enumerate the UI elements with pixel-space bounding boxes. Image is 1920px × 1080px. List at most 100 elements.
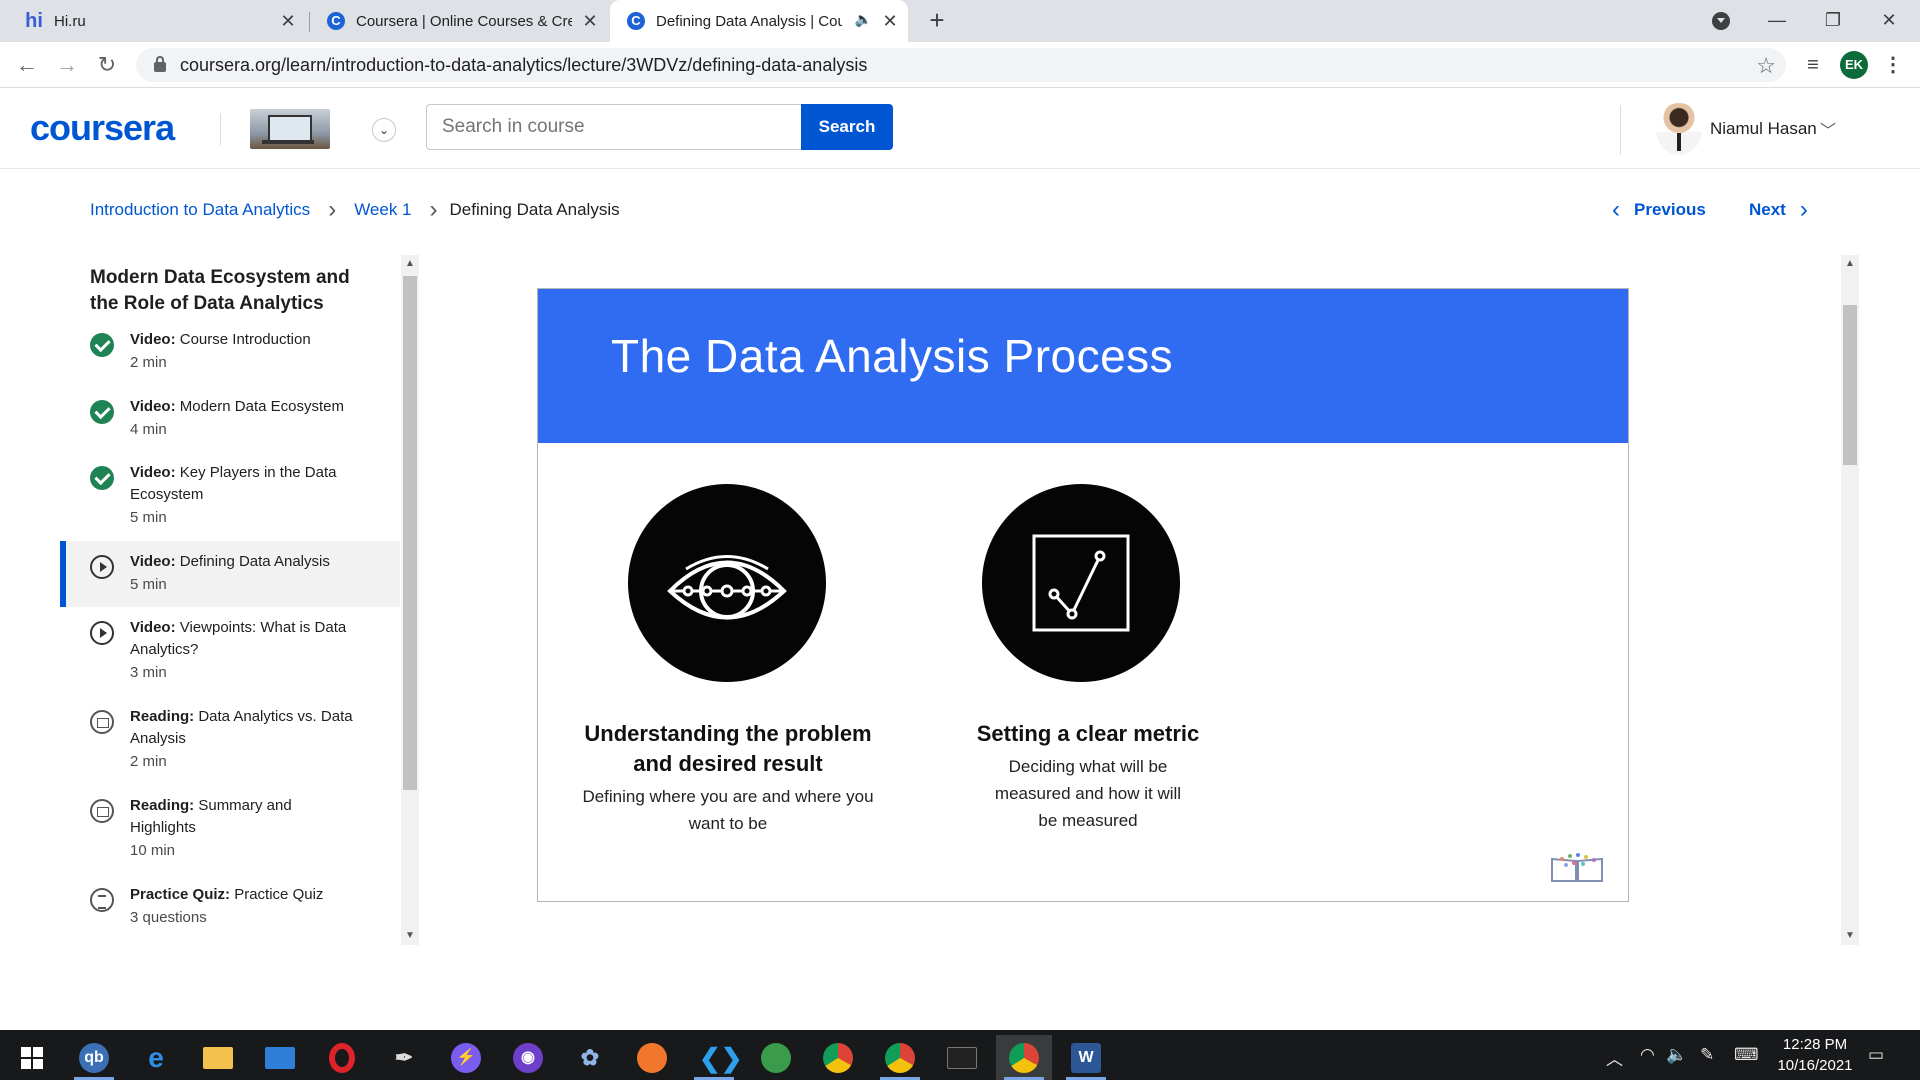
windows-taskbar: qb e ✒ ⚡ ◉ ✿ ❮❯ W ︿ ◠ 🔈 ✎ ⌨ ▭: [0, 1030, 1920, 1080]
taskbar-app-messenger[interactable]: ⚡: [438, 1035, 494, 1080]
windows-logo-icon: [21, 1046, 43, 1069]
show-hidden-icons-chevron-icon[interactable]: ︿: [1606, 1045, 1623, 1070]
audio-playing-icon[interactable]: 🔈: [855, 11, 872, 28]
back-button[interactable]: ←: [12, 50, 42, 80]
outline-item-key-players[interactable]: Video: Key Players in the Data Ecosystem…: [60, 462, 400, 546]
reload-button[interactable]: ↻: [92, 50, 122, 80]
tab-title: Defining Data Analysis | Cou: [656, 12, 842, 30]
coursera-logo[interactable]: coursera: [30, 107, 175, 149]
taskbar-app-opera[interactable]: [314, 1035, 370, 1080]
quiz-list-icon: [90, 888, 114, 912]
clock-date: 10/16/2021: [1777, 1057, 1853, 1074]
item-label: Video: Key Players in the Data Ecosystem: [130, 464, 337, 503]
open-book-logo-icon: [1550, 851, 1604, 885]
tab-coursera-home[interactable]: C Coursera | Online Courses & Cred ✕: [310, 0, 608, 42]
scroll-down-arrow-icon[interactable]: ▼: [1841, 930, 1859, 941]
outline-item-summary-highlights[interactable]: Reading: Summary and Highlights 10 min: [60, 795, 400, 879]
taskbar-app-globe[interactable]: [748, 1035, 804, 1080]
media-control-icon[interactable]: ≡: [1800, 52, 1826, 78]
new-tab-button[interactable]: +: [922, 6, 952, 36]
search-button[interactable]: Search: [801, 104, 893, 150]
next-button[interactable]: Next ›: [1749, 196, 1808, 223]
volume-icon[interactable]: 🔈: [1666, 1045, 1687, 1065]
course-search-input[interactable]: [426, 104, 801, 150]
outline-item-analytics-vs-analysis[interactable]: Reading: Data Analytics vs. Data Analysi…: [60, 706, 400, 790]
reading-book-icon: [90, 710, 114, 734]
taskbar-app-vscode[interactable]: ❮❯: [686, 1035, 743, 1080]
item-label: Practice Quiz: Practice Quiz: [130, 886, 324, 903]
outline-item-course-introduction[interactable]: Video: Course Introduction 2 min: [60, 329, 400, 391]
close-window-button[interactable]: ✕: [1866, 0, 1912, 40]
start-button[interactable]: [4, 1035, 60, 1080]
eye-icon: [628, 484, 826, 682]
item-label: Video: Viewpoints: What is Data Analytic…: [130, 619, 347, 658]
breadcrumb-course-link[interactable]: Introduction to Data Analytics: [90, 200, 310, 220]
taskbar-app-inkscape[interactable]: ✒: [376, 1035, 432, 1080]
browser-tab-strip: hi Hi.ru ✕ C Coursera | Online Courses &…: [0, 0, 1920, 42]
close-tab-icon[interactable]: ✕: [278, 11, 298, 31]
taskbar-app-chrome-2[interactable]: [872, 1035, 928, 1080]
previous-button[interactable]: ‹ Previous: [1612, 198, 1706, 222]
step-title-understanding: Understanding the problem and desired re…: [584, 721, 872, 776]
taskbar-app-chrome-ek[interactable]: [996, 1035, 1052, 1080]
tab-hi-ru[interactable]: hi Hi.ru ✕: [8, 0, 306, 42]
pen-workspace-icon[interactable]: ✎: [1700, 1045, 1714, 1065]
course-thumbnail[interactable]: [250, 109, 330, 149]
profile-avatar[interactable]: EK: [1840, 51, 1868, 79]
user-name[interactable]: Niamul Hasan: [1710, 119, 1817, 139]
breadcrumb-week-link[interactable]: Week 1: [354, 200, 411, 220]
address-bar[interactable]: coursera.org/learn/introduction-to-data-…: [136, 48, 1786, 82]
sidebar-scrollbar-thumb[interactable]: [403, 276, 417, 790]
scroll-down-arrow-icon[interactable]: ▼: [401, 930, 419, 941]
chrome-icon: [823, 1042, 853, 1073]
close-tab-icon[interactable]: ✕: [880, 11, 900, 31]
vscode-icon: ❮❯: [699, 1042, 743, 1073]
keyboard-icon[interactable]: ⌨: [1734, 1045, 1759, 1065]
item-label: Video: Defining Data Analysis: [130, 553, 330, 570]
taskbar-app-qb[interactable]: qb: [66, 1035, 122, 1080]
lecture-video-player[interactable]: The Data Analysis Process Understanding …: [537, 288, 1629, 902]
taskbar-app-terminal[interactable]: [934, 1035, 990, 1080]
close-tab-icon[interactable]: ✕: [580, 11, 600, 31]
header-divider: [1620, 105, 1621, 155]
user-menu-chevron-icon[interactable]: ﹀: [1820, 117, 1836, 141]
forward-button[interactable]: →: [52, 50, 82, 80]
lock-icon[interactable]: [154, 56, 166, 72]
taskbar-app-github[interactable]: ◉: [500, 1035, 556, 1080]
taskbar-app-firefox[interactable]: [624, 1035, 680, 1080]
content-scrollbar-thumb[interactable]: [1843, 305, 1857, 465]
url-text[interactable]: coursera.org/learn/introduction-to-data-…: [180, 55, 867, 76]
tab-defining-data-analysis[interactable]: C Defining Data Analysis | Cou 🔈 ✕: [610, 0, 908, 42]
item-duration: 5 min: [130, 576, 167, 593]
restore-button[interactable]: ❐: [1810, 0, 1856, 40]
palette-icon: ✿: [580, 1044, 600, 1070]
github-icon: ◉: [513, 1042, 543, 1073]
taskbar-app-file-explorer[interactable]: [190, 1035, 246, 1080]
network-icon[interactable]: ◠: [1640, 1045, 1655, 1065]
step-description-understanding: Defining where you are and where you wan…: [582, 787, 874, 833]
taskbar-app-word[interactable]: W: [1058, 1035, 1114, 1080]
outline-item-viewpoints[interactable]: Video: Viewpoints: What is Data Analytic…: [60, 617, 400, 701]
taskbar-app-edge[interactable]: e: [128, 1035, 184, 1080]
chevron-right-icon: ›: [1799, 196, 1808, 223]
outline-item-modern-data-ecosystem[interactable]: Video: Modern Data Ecosystem 4 min: [60, 396, 400, 458]
taskbar-clock[interactable]: 12:28 PM 10/16/2021: [1770, 1034, 1860, 1076]
outline-item-defining-data-analysis[interactable]: Video: Defining Data Analysis 5 min: [60, 541, 400, 607]
outline-item-practice-quiz[interactable]: Practice Quiz: Practice Quiz 3 questions: [60, 884, 400, 945]
tab-search-icon[interactable]: [1712, 12, 1730, 30]
messenger-icon: ⚡: [451, 1042, 481, 1073]
course-menu-chevron-icon[interactable]: ⌄: [372, 118, 396, 142]
bookmark-star-icon[interactable]: ☆: [1756, 53, 1776, 79]
minimize-button[interactable]: —: [1754, 0, 1800, 40]
folder-icon: [203, 1046, 233, 1069]
scroll-up-arrow-icon[interactable]: ▲: [1841, 258, 1859, 269]
completed-check-icon: [90, 400, 114, 424]
user-avatar[interactable]: [1656, 103, 1702, 155]
browser-menu-icon[interactable]: ⋮: [1880, 52, 1906, 78]
taskbar-app-paint[interactable]: ✿: [562, 1035, 618, 1080]
item-duration: 3 min: [130, 664, 167, 681]
scroll-up-arrow-icon[interactable]: ▲: [401, 258, 419, 269]
taskbar-app-chrome[interactable]: [810, 1035, 866, 1080]
taskbar-app-mail[interactable]: [252, 1035, 308, 1080]
notification-center-icon[interactable]: ▭: [1868, 1045, 1884, 1065]
